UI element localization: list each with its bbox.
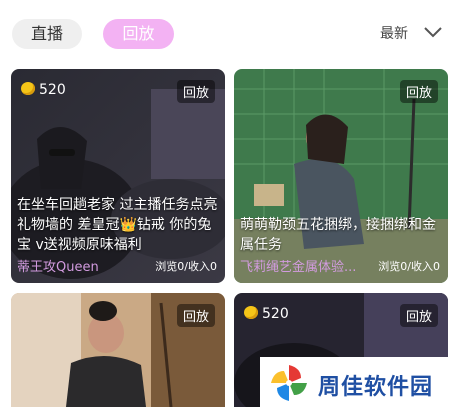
- replay-badge: 回放: [176, 304, 215, 327]
- replay-card[interactable]: 回放 萌萌勒颈五花捆绑，接捆绑和金属任务 飞莉绳艺金属体验... 浏览0/收入0: [234, 69, 448, 283]
- watermark-text: 周佳软件园: [318, 375, 434, 400]
- watermark: 周佳软件园: [260, 357, 459, 407]
- coin-count: 520: [21, 81, 66, 99]
- sort-dropdown-label[interactable]: 最新: [380, 22, 408, 46]
- tab-replay[interactable]: 回放: [103, 19, 174, 49]
- coin-count: 520: [244, 305, 289, 323]
- chevron-down-icon[interactable]: [424, 25, 442, 39]
- tab-live[interactable]: 直播: [12, 19, 82, 49]
- coin-value: 520: [39, 82, 66, 98]
- replay-card[interactable]: 520 回放 在坐车回趟老家 过主播任务点亮礼物墙的 差皇冠👑钻戒 你的兔宝 v…: [11, 69, 225, 283]
- card-stats: 浏览0/收入0: [155, 260, 217, 273]
- card-stats: 浏览0/收入0: [378, 260, 440, 273]
- coin-icon: [21, 82, 35, 95]
- replay-badge: 回放: [176, 80, 215, 103]
- card-title: 在坐车回趟老家 过主播任务点亮礼物墙的 差皇冠👑钻戒 你的兔宝 v送视频原味福利: [17, 197, 218, 253]
- coin-icon: [244, 306, 258, 319]
- replay-badge: 回放: [399, 80, 438, 103]
- replay-card[interactable]: 回放: [11, 293, 225, 407]
- card-author[interactable]: 飞莉绳艺金属体验...: [240, 256, 356, 275]
- card-author[interactable]: 蒂王攻Queen: [17, 256, 99, 275]
- card-title: 萌萌勒颈五花捆绑，接捆绑和金属任务: [240, 217, 436, 253]
- replay-badge: 回放: [399, 304, 438, 327]
- top-bar: 直播 回放 最新: [0, 0, 459, 62]
- pinwheel-logo-icon: [271, 365, 307, 401]
- coin-value: 520: [262, 306, 289, 322]
